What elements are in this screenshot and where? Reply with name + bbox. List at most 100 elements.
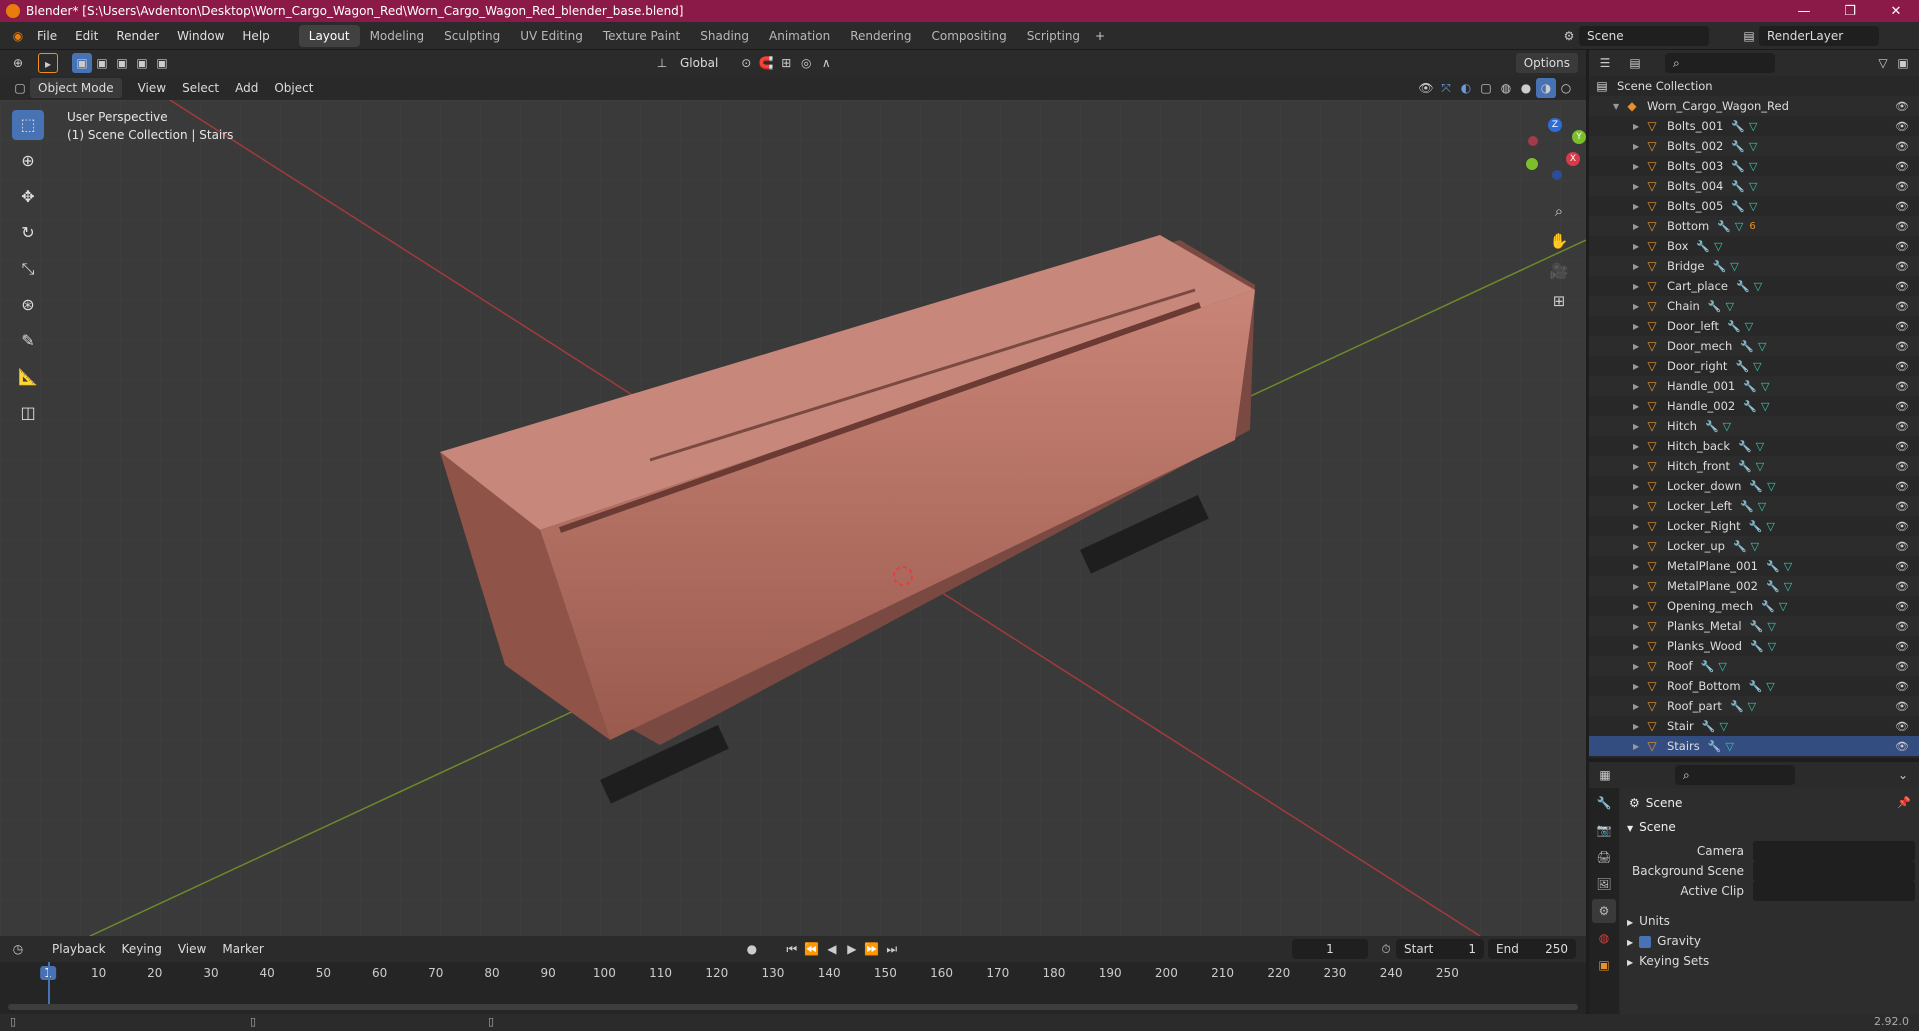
options-dropdown[interactable]: Options [1515,53,1578,73]
visibility-eye-icon[interactable]: 👁 [1895,120,1909,133]
visibility-eye-icon[interactable]: 👁 [1895,500,1909,513]
menu-object[interactable]: Object [266,78,321,98]
visibility-eye-icon[interactable]: 👁 [1895,580,1909,593]
outliner-item[interactable]: ▶ ▽ Locker_Right 🔧 ▽ 👁 [1589,516,1919,536]
modifier-wrench-icon[interactable]: 🔧 [1743,400,1757,413]
modifier-wrench-icon[interactable]: 🔧 [1708,300,1722,313]
gizmo-x-axis[interactable]: X [1566,152,1580,166]
mesh-data-icon[interactable]: ▽ [1753,360,1761,373]
visibility-eye-icon[interactable]: 👁 [1895,200,1909,213]
menu-keying[interactable]: Keying [114,939,170,959]
menu-help[interactable]: Help [233,22,278,50]
snap-target-icon[interactable]: ⊞ [776,53,796,73]
select-mode-extend-icon[interactable]: ▣ [92,53,112,73]
menu-marker[interactable]: Marker [214,939,271,959]
expand-arrow-icon[interactable]: ▶ [1633,482,1645,491]
visibility-eye-icon[interactable]: 👁 [1895,660,1909,673]
outliner-item[interactable]: ▶ ▽ Bolts_003 🔧 ▽ 👁 [1589,156,1919,176]
modifier-wrench-icon[interactable]: 🔧 [1705,420,1719,433]
properties-search-input[interactable]: ⌕ [1675,765,1795,785]
modifier-wrench-icon[interactable]: 🔧 [1717,220,1731,233]
modifier-wrench-icon[interactable]: 🔧 [1750,620,1764,633]
rotate-tool-icon[interactable]: ↻ [12,218,44,248]
modifier-wrench-icon[interactable]: 🔧 [1731,140,1745,153]
expand-arrow-icon[interactable]: ▶ [1633,682,1645,691]
expand-arrow-icon[interactable]: ▶ [1633,462,1645,471]
mesh-data-icon[interactable]: ▽ [1758,500,1766,513]
visibility-eye-icon[interactable]: 👁 [1895,140,1909,153]
menu-view[interactable]: View [130,78,174,98]
cursor-tool-icon[interactable]: ⊕ [12,146,44,176]
expand-arrow-icon[interactable]: ▶ [1633,222,1645,231]
mesh-data-icon[interactable]: ▽ [1726,300,1734,313]
outliner-item[interactable]: ▶ ▽ Bolts_001 🔧 ▽ 👁 [1589,116,1919,136]
properties-options-icon[interactable]: ⌄ [1893,765,1913,785]
visibility-eye-icon[interactable]: 👁 [1895,180,1909,193]
scale-tool-icon[interactable]: ⤡ [12,254,44,284]
gravity-checkbox[interactable] [1639,935,1652,948]
visibility-eye-icon[interactable]: 👁 [1895,260,1909,273]
modifier-wrench-icon[interactable]: 🔧 [1735,360,1749,373]
gizmo-neg-z-axis[interactable] [1552,170,1562,180]
gizmo-z-axis[interactable]: Z [1548,118,1562,132]
add-cube-tool-icon[interactable]: ◫ [12,398,44,428]
visibility-eye-icon[interactable]: 👁 [1895,420,1909,433]
proportional-edit-icon[interactable]: ◎ [796,53,816,73]
overlay-icon[interactable]: ◐ [1456,78,1476,98]
select-box-tool-icon[interactable]: ⬚ [12,110,44,140]
new-collection-icon[interactable]: ▣ [1893,53,1913,73]
mesh-data-icon[interactable]: ▽ [1767,620,1775,633]
tab-sculpting[interactable]: Sculpting [434,25,510,47]
menu-render[interactable]: Render [107,22,168,50]
mesh-data-icon[interactable]: ▽ [1767,480,1775,493]
mesh-data-icon[interactable]: ▽ [1725,740,1733,753]
mesh-data-icon[interactable]: ▽ [1754,280,1762,293]
expand-arrow-icon[interactable]: ▶ [1633,282,1645,291]
keying-sets-panel[interactable]: ▶ Keying Sets [1627,954,1709,968]
annotate-tool-icon[interactable]: ✎ [12,326,44,356]
visibility-eye-icon[interactable]: 👁 [1895,340,1909,353]
outliner-item[interactable]: ▶ ▽ Bridge 🔧 ▽ 👁 [1589,256,1919,276]
start-frame-field[interactable]: Start 1 [1396,939,1484,959]
playhead[interactable] [48,962,50,1006]
modifier-wrench-icon[interactable]: 🔧 [1701,660,1715,673]
outliner-collection[interactable]: ▼ ◆ Worn_Cargo_Wagon_Red 👁 [1589,96,1919,116]
mesh-data-icon[interactable]: ▽ [1756,440,1764,453]
modifier-wrench-icon[interactable]: 🔧 [1749,480,1763,493]
transform-tool-icon[interactable]: ⊛ [12,290,44,320]
modifier-wrench-icon[interactable]: 🔧 [1740,340,1754,353]
expand-arrow-icon[interactable]: ▶ [1633,742,1645,751]
pivot-icon[interactable]: ⊙ [736,53,756,73]
modifier-wrench-icon[interactable]: 🔧 [1743,380,1757,393]
visibility-eye-icon[interactable]: 👁 [1895,360,1909,373]
outliner-item[interactable]: ▶ ▽ Door_left 🔧 ▽ 👁 [1589,316,1919,336]
outliner-item[interactable]: ▶ ▽ Handle_002 🔧 ▽ 👁 [1589,396,1919,416]
menu-timeline-view[interactable]: View [170,939,214,959]
properties-editor-icon[interactable]: ▦ [1595,765,1615,785]
outliner-item[interactable]: ▶ ▽ Door_right 🔧 ▽ 👁 [1589,356,1919,376]
object-tab-icon[interactable]: ▣ [1592,953,1616,977]
mesh-data-icon[interactable]: ▽ [1748,700,1756,713]
expand-arrow-icon[interactable]: ▶ [1633,162,1645,171]
perspective-toggle-icon[interactable]: ⊞ [1546,288,1572,314]
tab-layout[interactable]: Layout [298,24,360,47]
outliner-item[interactable]: ▶ ▽ Bolts_002 🔧 ▽ 👁 [1589,136,1919,156]
expand-arrow-icon[interactable]: ▶ [1633,562,1645,571]
modifier-wrench-icon[interactable]: 🔧 [1702,720,1716,733]
modifier-wrench-icon[interactable]: 🔧 [1738,460,1752,473]
visibility-eye-icon[interactable]: 👁 [1895,460,1909,473]
add-workspace-icon[interactable]: + [1090,26,1110,46]
mesh-data-icon[interactable]: ▽ [1784,580,1792,593]
tab-texture-paint[interactable]: Texture Paint [593,25,690,47]
menu-edit[interactable]: Edit [66,22,107,50]
play-icon[interactable]: ▶ [842,939,862,959]
outliner-item[interactable]: ▶ ▽ MetalPlane_001 🔧 ▽ 👁 [1589,556,1919,576]
outliner-item[interactable]: ▶ ▽ Box 🔧 ▽ 👁 [1589,236,1919,256]
modifier-wrench-icon[interactable]: 🔧 [1727,320,1741,333]
outliner-item[interactable]: ▶ ▽ Opening_mech 🔧 ▽ 👁 [1589,596,1919,616]
visibility-eye-icon[interactable]: 👁 [1895,220,1909,233]
shading-wireframe-icon[interactable]: ◍ [1496,78,1516,98]
mesh-data-icon[interactable]: ▽ [1749,160,1757,173]
visibility-eye-icon[interactable]: 👁 [1895,720,1909,733]
output-tab-icon[interactable]: 🖨 [1592,845,1616,869]
